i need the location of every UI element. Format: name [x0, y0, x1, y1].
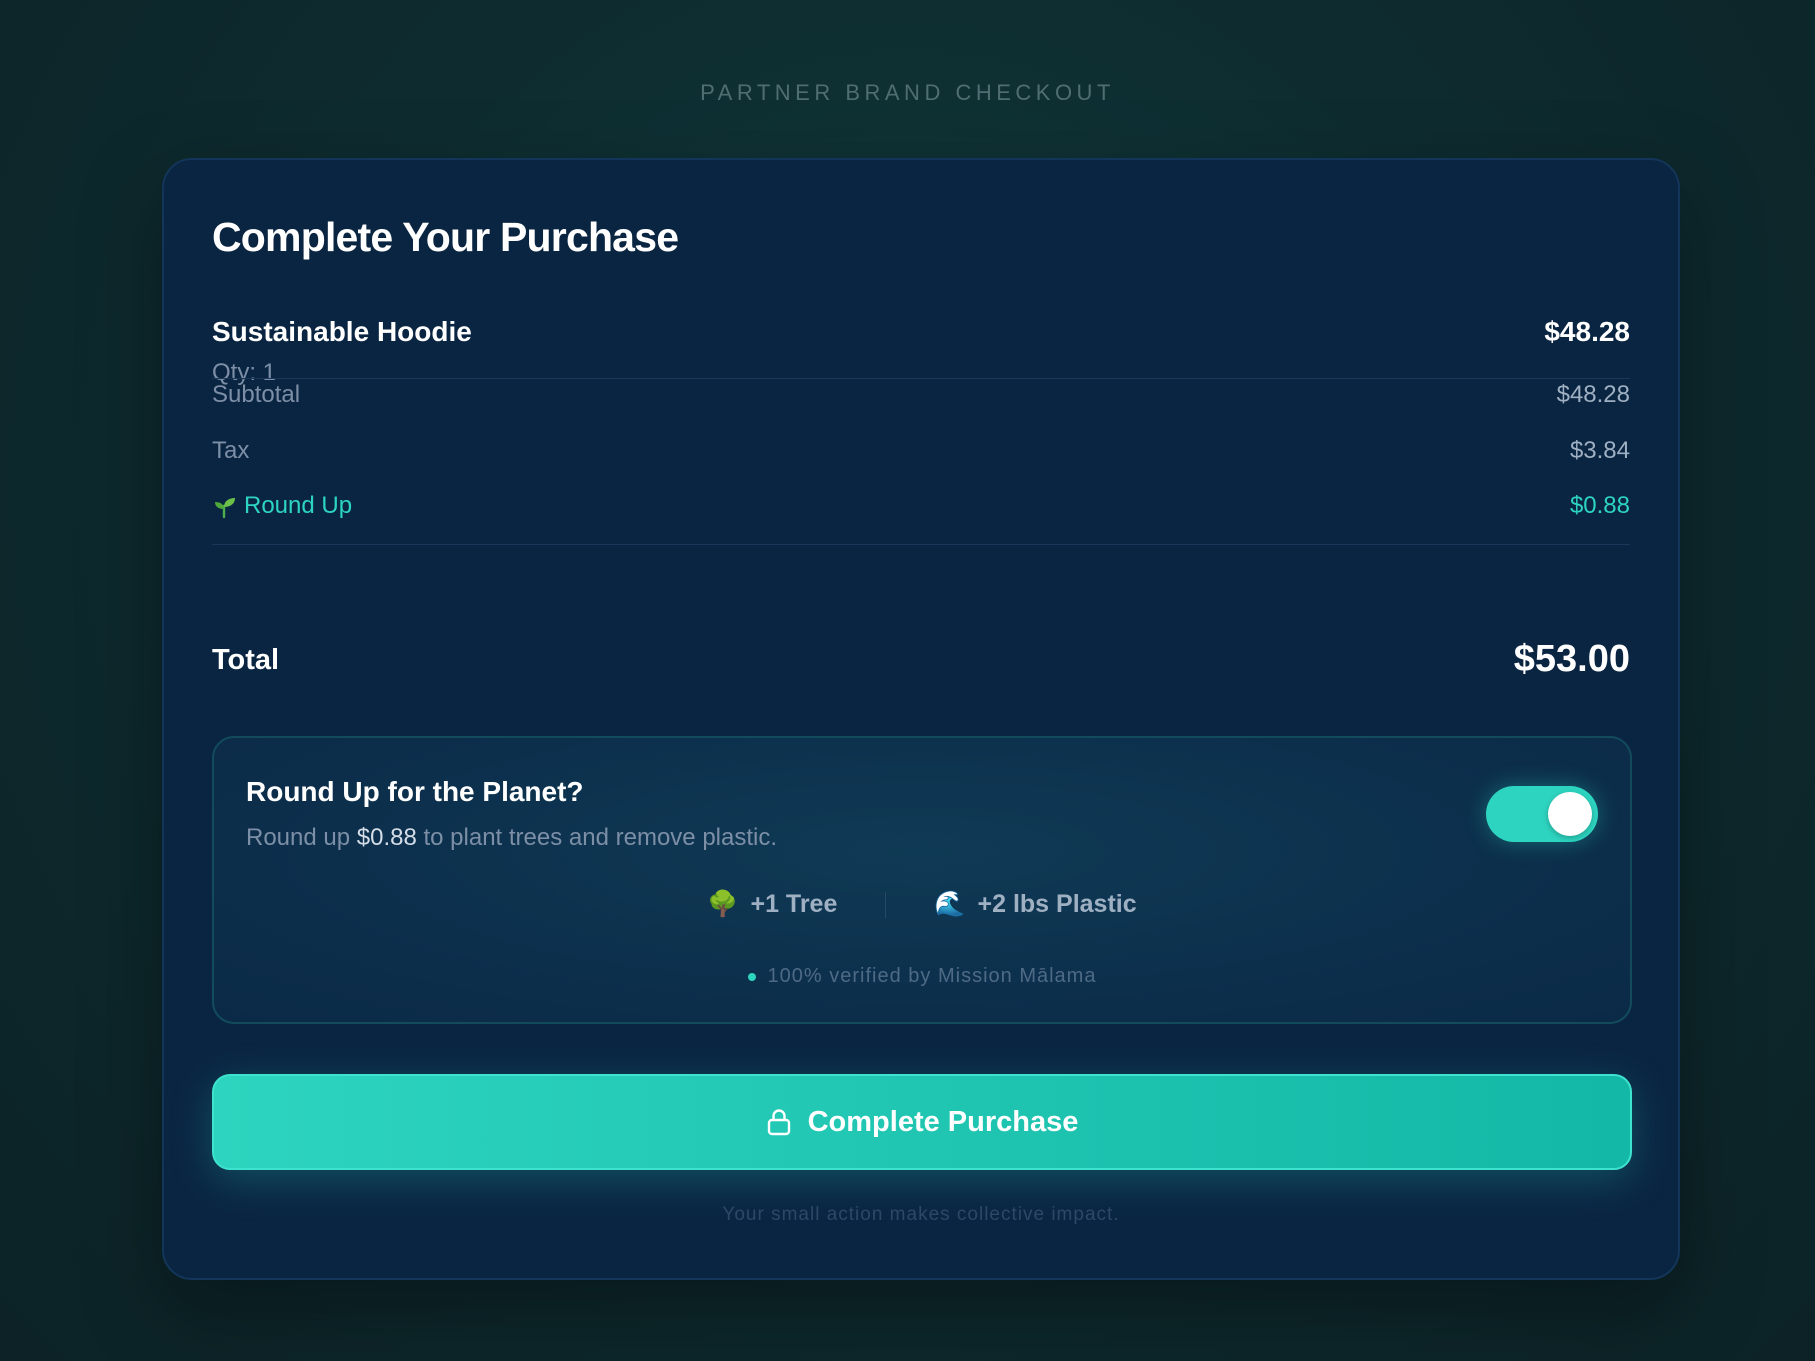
verified-note: 100% verified by Mission Mālama [214, 965, 1630, 988]
divider [212, 544, 1630, 545]
divider [212, 378, 1630, 379]
subtotal-label: Subtotal [212, 381, 301, 408]
roundup-panel-title: Round Up for the Planet? [246, 776, 584, 807]
brand-label: PARTNER BRAND CHECKOUT [700, 80, 1115, 105]
roundup-value: $0.88 [1569, 492, 1630, 519]
sprout-icon [215, 498, 235, 519]
roundup-panel: Round Up for the Planet? Round up $0.88 … [212, 736, 1632, 1024]
roundup-label-text: Round Up [244, 492, 353, 519]
roundup-toggle[interactable] [1486, 786, 1598, 842]
roundup-row-label: Round Up [212, 492, 352, 520]
item-price: $48.28 [1544, 316, 1630, 347]
impact-plastic-label: +2 lbs Plastic [977, 890, 1137, 918]
complete-purchase-button[interactable]: Complete Purchase [212, 1074, 1632, 1170]
impact-row: 🌳 +1 Tree 🌊 +2 lbs Plastic [214, 890, 1630, 919]
total-value: $53.00 [1513, 638, 1630, 680]
total-label: Total [212, 644, 280, 676]
page-title: Complete Your Purchase [212, 214, 679, 260]
desc-amount: $0.88 [356, 824, 417, 851]
roundup-panel-description: Round up $0.88 to plant trees and remove… [246, 824, 777, 852]
toggle-knob [1548, 792, 1592, 836]
impact-tree: 🌳 +1 Tree [707, 890, 837, 919]
impact-separator [885, 891, 887, 918]
checkout-card: Complete Your Purchase Sustainable Hoodi… [162, 158, 1680, 1280]
verified-text: 100% verified by Mission Mālama [767, 965, 1097, 987]
item-name: Sustainable Hoodie [212, 316, 472, 347]
desc-prefix: Round up [246, 824, 357, 851]
tax-value: $3.84 [1569, 437, 1630, 464]
subtotal-value: $48.28 [1556, 381, 1630, 408]
impact-plastic: 🌊 +2 lbs Plastic [934, 890, 1136, 919]
tree-icon: 🌳 [707, 890, 739, 918]
desc-suffix: to plant trees and remove plastic. [416, 824, 778, 851]
impact-tree-label: +1 Tree [750, 890, 838, 918]
footer-note: Your small action makes collective impac… [722, 1204, 1120, 1225]
lock-icon [767, 1109, 790, 1136]
complete-purchase-label: Complete Purchase [807, 1105, 1079, 1138]
wave-icon: 🌊 [934, 890, 966, 918]
tax-label: Tax [212, 437, 250, 464]
status-dot-icon [747, 972, 756, 981]
